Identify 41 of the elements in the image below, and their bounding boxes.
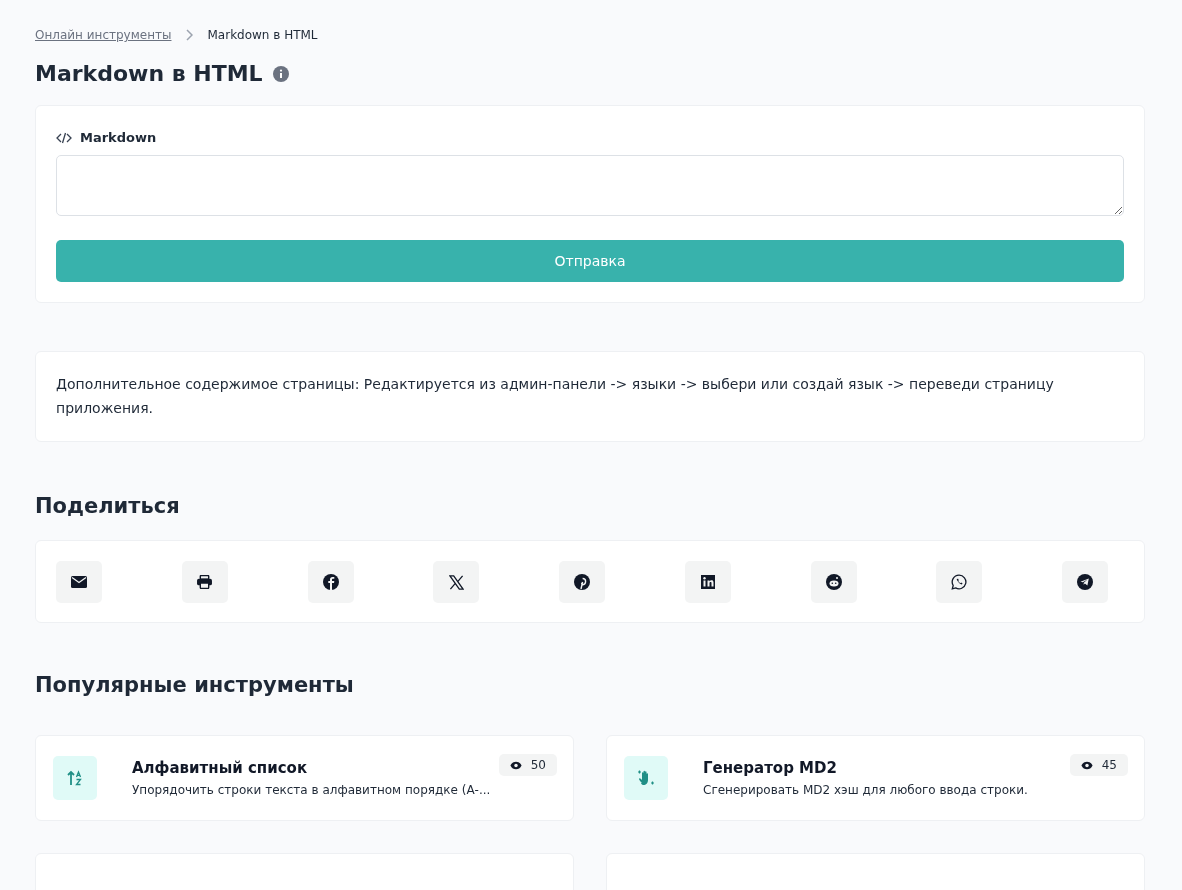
pinterest-share-button[interactable] bbox=[559, 561, 605, 603]
chevron-icon bbox=[185, 29, 194, 41]
info-icon[interactable] bbox=[272, 65, 289, 82]
linkedin-icon bbox=[700, 575, 715, 589]
field-label: Markdown bbox=[80, 130, 157, 145]
linkedin-share-button[interactable] bbox=[684, 561, 731, 603]
telegram-share-button[interactable] bbox=[1062, 561, 1108, 603]
facebook-icon bbox=[322, 574, 339, 590]
hand-sparkle-icon bbox=[636, 769, 656, 787]
pinterest-icon bbox=[574, 574, 590, 590]
breadcrumb-current: Markdown в HTML bbox=[207, 28, 318, 42]
section-title: Поделиться bbox=[35, 494, 181, 518]
page-title: Markdown в HTML bbox=[35, 61, 263, 86]
x-logo-icon bbox=[448, 574, 464, 590]
printer-icon bbox=[197, 575, 213, 589]
reddit-share-button[interactable] bbox=[810, 561, 857, 603]
print-button[interactable] bbox=[181, 561, 228, 603]
tool-title: Алфавитный список bbox=[132, 759, 309, 777]
tool-description: Сгенерировать MD2 хэш для любого ввода строки. bbox=[703, 783, 1028, 797]
eye-icon bbox=[1080, 760, 1093, 770]
eye-icon bbox=[509, 760, 522, 770]
breadcrumb-link[interactable]: Онлайн инструменты bbox=[35, 28, 172, 42]
whatsapp-share-button[interactable] bbox=[936, 561, 983, 603]
telegram-icon bbox=[1077, 574, 1093, 590]
reddit-icon bbox=[825, 574, 842, 590]
view-count: 50 bbox=[530, 758, 546, 772]
whatsapp-icon bbox=[951, 574, 968, 590]
markdown-input[interactable] bbox=[56, 155, 1124, 216]
code-icon bbox=[56, 131, 72, 144]
section-title: Популярные инструменты bbox=[35, 673, 355, 697]
envelope-icon bbox=[71, 576, 87, 588]
email-share-button[interactable] bbox=[56, 561, 102, 603]
sort-az-icon bbox=[67, 770, 83, 786]
view-count: 45 bbox=[1101, 758, 1117, 772]
facebook-share-button[interactable] bbox=[307, 561, 354, 603]
tool-title: Генератор MD2 bbox=[703, 759, 838, 777]
tool-description: Упорядочить строки текста в алфавитном порядке (А-... bbox=[132, 783, 491, 797]
x-share-button[interactable] bbox=[433, 561, 480, 603]
content-text: Дополнительное содержимое страницы: Редактируется из админ-панели -> языки -> выбери или создай язык -> переведи страницу приложения. bbox=[56, 375, 1055, 418]
tool-card[interactable]: Алфавитный список Упорядочить строки текста в алфавитном порядке (А-... 50 bbox=[35, 735, 574, 821]
tool-card[interactable]: Генератор MD2 Сгенерировать MD2 хэш для любого ввода строки. 45 bbox=[606, 735, 1145, 821]
